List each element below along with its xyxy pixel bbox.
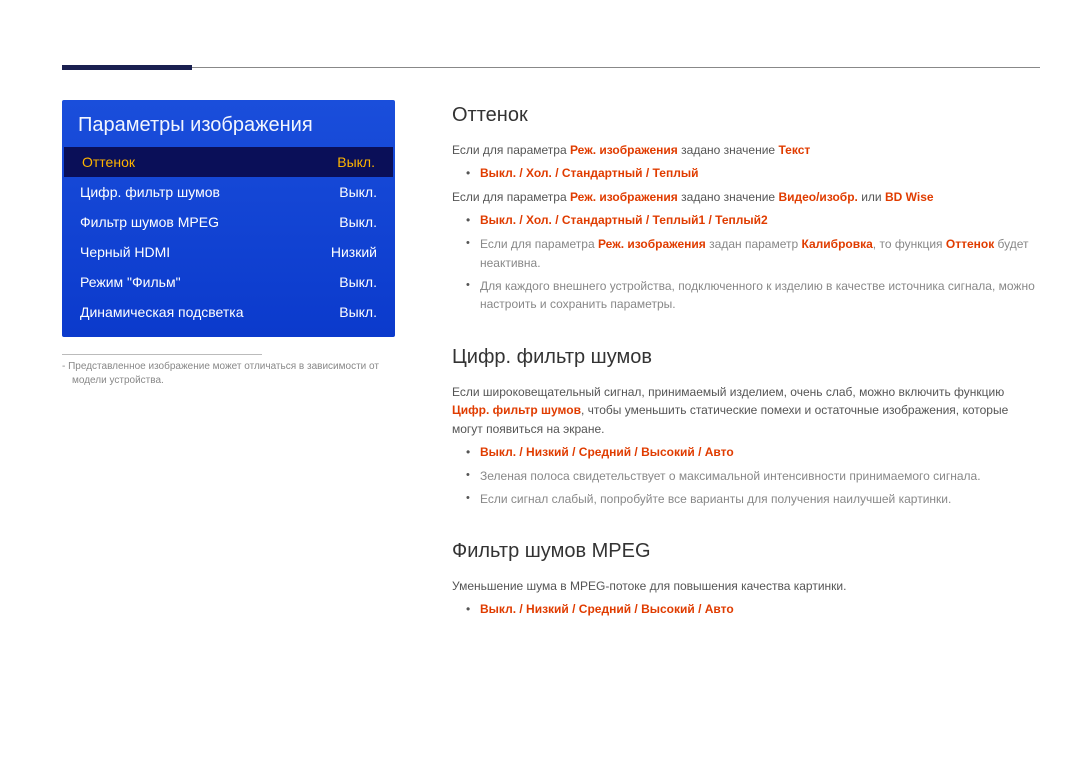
menu-item-value: Выкл.	[339, 304, 377, 320]
mpeg-options: Выкл. / Низкий / Средний / Высокий / Авт…	[452, 600, 1036, 619]
menu-item-dynamic-backlight[interactable]: Динамическая подсветка Выкл.	[62, 297, 395, 327]
tint-paragraph-2: Если для параметра Реж. изображения зада…	[452, 188, 1036, 207]
tint-note-1: Если для параметра Реж. изображения зада…	[452, 235, 1036, 272]
menu-item-label: Режим "Фильм"	[80, 274, 181, 290]
mpeg-paragraph: Уменьшение шума в MPEG-потоке для повыше…	[452, 577, 1036, 596]
menu-item-tint[interactable]: Оттенок Выкл.	[64, 147, 393, 177]
dnf-note-2: Если сигнал слабый, попробуйте все вариа…	[452, 490, 1036, 509]
dnf-note-1: Зеленая полоса свидетельствует о максима…	[452, 467, 1036, 486]
heading-tint: Оттенок	[452, 100, 1036, 131]
footnote-rule	[62, 354, 262, 355]
tint-options-2: Выкл. / Хол. / Стандартный / Теплый1 / Т…	[452, 211, 1036, 230]
menu-item-film-mode[interactable]: Режим "Фильм" Выкл.	[62, 267, 395, 297]
menu-item-value: Выкл.	[337, 154, 375, 170]
menu-item-black-hdmi[interactable]: Черный HDMI Низкий	[62, 237, 395, 267]
tint-note-2: Для каждого внешнего устройства, подключ…	[452, 277, 1036, 314]
menu-item-digital-noise-filter[interactable]: Цифр. фильтр шумов Выкл.	[62, 177, 395, 207]
menu-item-mpeg-noise-filter[interactable]: Фильтр шумов MPEG Выкл.	[62, 207, 395, 237]
menu-item-label: Фильтр шумов MPEG	[80, 214, 219, 230]
dnf-options: Выкл. / Низкий / Средний / Высокий / Авт…	[452, 443, 1036, 462]
menu-item-label: Цифр. фильтр шумов	[80, 184, 220, 200]
menu-item-label: Динамическая подсветка	[80, 304, 244, 320]
settings-menu-panel: Параметры изображения Оттенок Выкл. Цифр…	[62, 100, 395, 337]
footnote-text: Представленное изображение может отличат…	[62, 360, 395, 388]
menu-item-label: Черный HDMI	[80, 244, 170, 260]
tint-paragraph-1: Если для параметра Реж. изображения зада…	[452, 141, 1036, 160]
menu-item-label: Оттенок	[82, 154, 135, 170]
menu-item-value: Низкий	[331, 244, 377, 260]
heading-mpeg-noise-filter: Фильтр шумов MPEG	[452, 536, 1036, 567]
header-rule	[62, 67, 1040, 68]
menu-title: Параметры изображения	[62, 100, 395, 147]
menu-item-value: Выкл.	[339, 214, 377, 230]
heading-digital-noise-filter: Цифр. фильтр шумов	[452, 342, 1036, 373]
dnf-paragraph: Если широковещательный сигнал, принимаем…	[452, 383, 1036, 439]
content-area: Оттенок Если для параметра Реж. изображе…	[452, 100, 1036, 625]
menu-item-value: Выкл.	[339, 274, 377, 290]
tint-options-1: Выкл. / Хол. / Стандартный / Теплый	[452, 164, 1036, 183]
menu-item-value: Выкл.	[339, 184, 377, 200]
